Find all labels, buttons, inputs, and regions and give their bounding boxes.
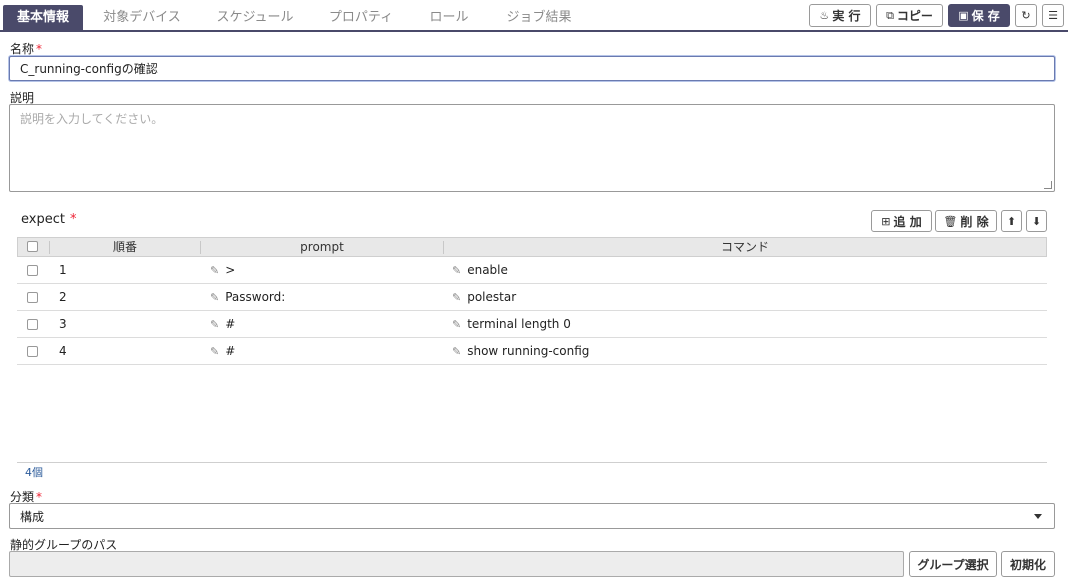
- row-checkbox[interactable]: [27, 265, 38, 276]
- arrow-down-circle-icon: ⬇: [1031, 214, 1042, 228]
- row-prompt[interactable]: ✎ Password:: [210, 284, 285, 310]
- tab-schedule[interactable]: スケジュール: [205, 5, 305, 30]
- pencil-icon: ✎: [210, 318, 220, 331]
- select-all-checkbox[interactable]: [27, 241, 38, 252]
- tab-properties[interactable]: プロパティ: [318, 5, 404, 30]
- add-row-button[interactable]: ⊞ 追 加: [871, 210, 932, 232]
- row-checkbox[interactable]: [27, 319, 38, 330]
- name-label: 名称 *: [10, 42, 43, 56]
- row-order: 1: [59, 263, 67, 277]
- row-count: 4個: [25, 466, 43, 479]
- table-row[interactable]: 2 ✎ Password: ✎ polestar: [17, 284, 1047, 311]
- table-row[interactable]: 1 ✎ > ✎ enable: [17, 257, 1047, 284]
- row-command[interactable]: ✎ polestar: [452, 284, 516, 310]
- row-command[interactable]: ✎ terminal length 0: [452, 311, 571, 337]
- pencil-icon: ✎: [210, 264, 220, 277]
- pencil-icon: ✎: [452, 345, 462, 358]
- move-up-button[interactable]: ⬆: [1001, 210, 1022, 232]
- copy-button-label: コピー: [896, 9, 933, 23]
- add-row-label: 追 加: [893, 214, 922, 229]
- column-header-prompt[interactable]: prompt: [201, 238, 443, 256]
- run-button[interactable]: ♨ 実 行: [809, 4, 871, 27]
- move-down-button[interactable]: ⬇: [1026, 210, 1047, 232]
- save-icon: ▣: [958, 9, 969, 22]
- table-header: 順番 prompt コマンド: [17, 237, 1047, 257]
- row-order: 2: [59, 290, 67, 304]
- row-order: 3: [59, 317, 67, 331]
- arrow-up-circle-icon: ⬆: [1006, 214, 1017, 228]
- tab-job-results[interactable]: ジョブ結果: [494, 5, 584, 30]
- row-prompt[interactable]: ✎ #: [210, 311, 235, 337]
- row-order: 4: [59, 344, 67, 358]
- copy-icon: ⧉: [886, 8, 894, 22]
- run-icon: ♨: [819, 9, 830, 22]
- reset-button[interactable]: 初期化: [1001, 551, 1055, 577]
- pencil-icon: ✎: [452, 264, 462, 277]
- delete-row-button[interactable]: 🗑 削 除: [935, 210, 997, 232]
- table-row[interactable]: 4 ✎ # ✎ show running-config: [17, 338, 1047, 365]
- save-button[interactable]: ▣ 保 存: [948, 4, 1010, 27]
- group-select-button[interactable]: グループ選択: [909, 551, 997, 577]
- tab-roles[interactable]: ロール: [418, 5, 480, 30]
- refresh-button[interactable]: ↻: [1015, 4, 1037, 27]
- delete-row-label: 削 除: [960, 214, 989, 229]
- row-command[interactable]: ✎ enable: [452, 257, 508, 283]
- category-select[interactable]: 構成: [9, 503, 1055, 529]
- pencil-icon: ✎: [452, 318, 462, 331]
- caret-down-icon: [1034, 514, 1042, 519]
- table-row[interactable]: 3 ✎ # ✎ terminal length 0: [17, 311, 1047, 338]
- name-input[interactable]: C_running-configの確認: [9, 56, 1055, 81]
- refresh-icon: ↻: [1021, 9, 1031, 22]
- plus-square-icon: ⊞: [881, 214, 891, 228]
- description-placeholder: 説明を入力してください。: [20, 112, 164, 126]
- required-mark: *: [69, 212, 77, 227]
- static-group-path-input: [9, 551, 904, 577]
- name-input-value: C_running-configの確認: [20, 62, 158, 76]
- required-mark: *: [36, 490, 43, 504]
- pencil-icon: ✎: [210, 291, 220, 304]
- list-icon: ☰: [1048, 9, 1058, 22]
- save-button-label: 保 存: [971, 9, 1000, 23]
- category-select-value: 構成: [20, 509, 45, 524]
- pencil-icon: ✎: [210, 345, 220, 358]
- run-button-label: 実 行: [832, 9, 861, 23]
- copy-button[interactable]: ⧉ コピー: [876, 4, 943, 27]
- tab-bar: 基本情報 対象デバイス スケジュール プロパティ ロール ジョブ結果 ♨ 実 行…: [0, 0, 1068, 32]
- table-footer-divider: [17, 462, 1047, 463]
- row-command[interactable]: ✎ show running-config: [452, 338, 589, 364]
- row-checkbox[interactable]: [27, 292, 38, 303]
- row-checkbox[interactable]: [27, 346, 38, 357]
- tab-basic-info[interactable]: 基本情報: [3, 5, 83, 30]
- resize-grip-icon[interactable]: [1044, 181, 1052, 189]
- tab-target-devices[interactable]: 対象デバイス: [92, 5, 192, 30]
- column-header-order[interactable]: 順番: [50, 238, 200, 256]
- required-mark: *: [36, 42, 43, 56]
- column-header-command[interactable]: コマンド: [444, 238, 1046, 256]
- row-prompt[interactable]: ✎ #: [210, 338, 235, 364]
- trash-icon: 🗑: [943, 214, 958, 228]
- list-button[interactable]: ☰: [1042, 4, 1064, 27]
- description-textarea[interactable]: 説明を入力してください。: [9, 104, 1055, 192]
- pencil-icon: ✎: [452, 291, 462, 304]
- row-prompt[interactable]: ✎ >: [210, 257, 235, 283]
- expect-label: expect *: [21, 212, 77, 227]
